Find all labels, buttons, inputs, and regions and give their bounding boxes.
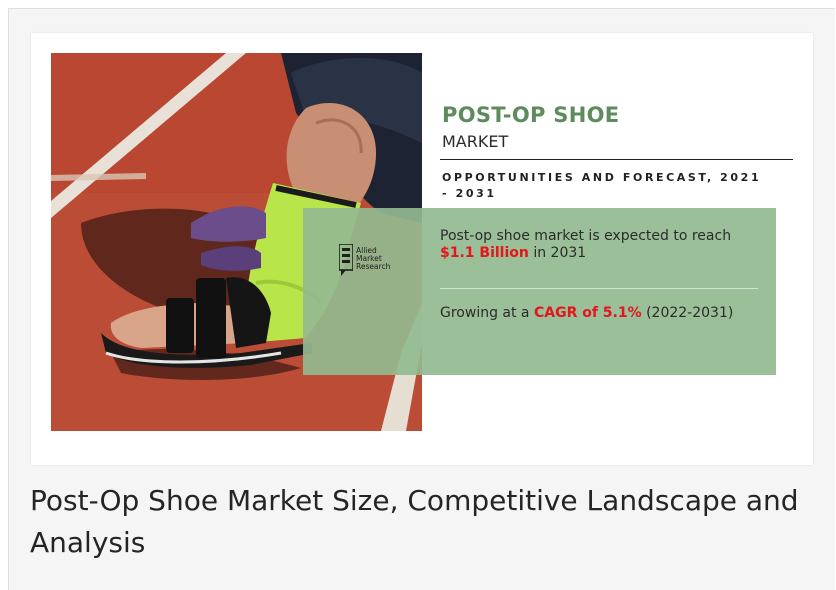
logo-mark-icon xyxy=(339,244,353,276)
stat1-prefix: Post-op shoe market is expected to reach xyxy=(440,228,732,244)
infographic-card: POST-OP SHOE MARKET OPPORTUNITIES AND FO… xyxy=(31,33,813,465)
stat2-prefix: Growing at a xyxy=(440,305,534,321)
cagr-value: CAGR of 5.1% xyxy=(533,305,642,321)
market-size-value: $1.1 Billion xyxy=(440,245,529,261)
logo-word: Research xyxy=(356,262,391,271)
stats-divider xyxy=(440,288,758,289)
infographic-title: POST-OP SHOE xyxy=(442,103,620,127)
stat1-suffix: in 2031 xyxy=(528,245,587,261)
stats-panel: Allied Market Research Post-op shoe mark… xyxy=(303,208,776,375)
stat2-suffix: (2022-2031) xyxy=(641,305,734,321)
company-logo: Allied Market Research xyxy=(339,244,411,284)
image-caption: Post-Op Shoe Market Size, Competitive La… xyxy=(30,484,799,559)
market-size-stat: Post-op shoe market is expected to reach… xyxy=(440,228,770,262)
title-divider xyxy=(440,159,793,160)
cagr-stat: Growing at a CAGR of 5.1% (2022-2031) xyxy=(440,304,750,322)
logo-text: Allied Market Research xyxy=(356,247,390,271)
page-frame: POST-OP SHOE MARKET OPPORTUNITIES AND FO… xyxy=(8,8,835,590)
forecast-heading: OPPORTUNITIES AND FORECAST, 2021 - 2031 xyxy=(442,171,762,200)
infographic-subtitle: MARKET xyxy=(442,132,509,151)
